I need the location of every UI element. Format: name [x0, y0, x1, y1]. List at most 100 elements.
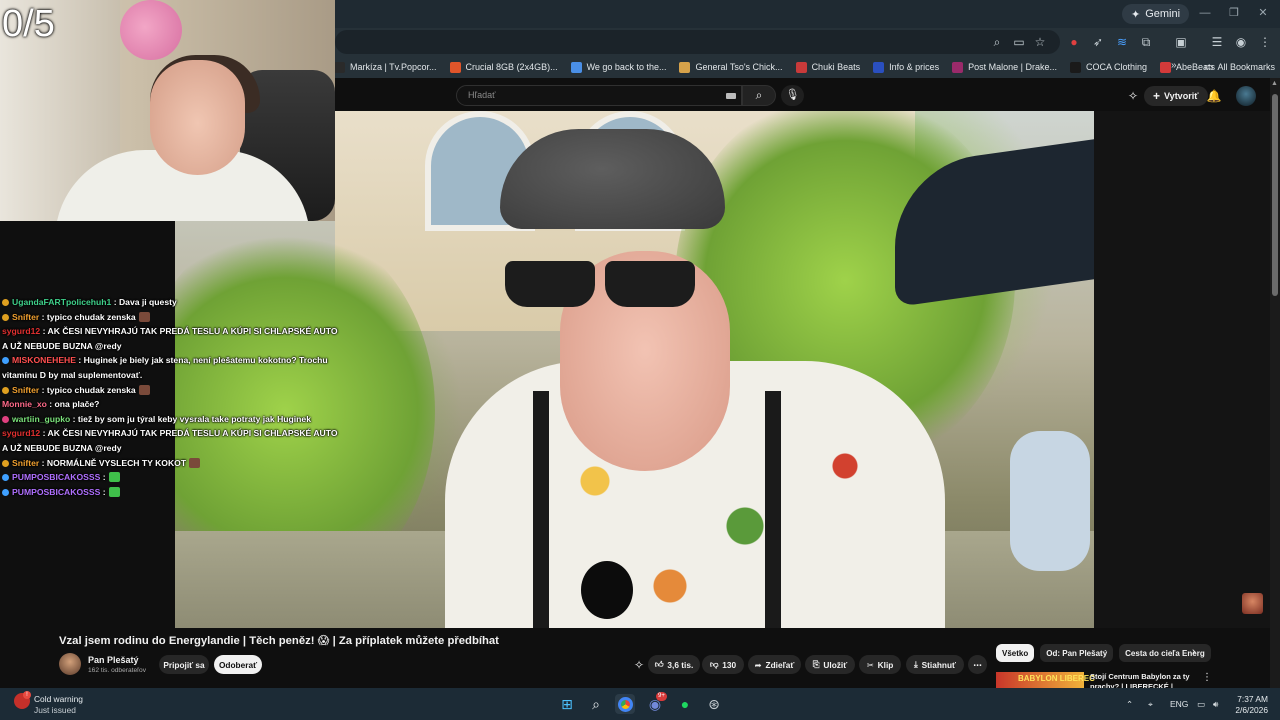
bookmark-favicon-icon — [952, 61, 964, 73]
minimize-icon[interactable]: — — [1198, 6, 1212, 20]
chat-text: : Dava ji questy — [113, 297, 177, 307]
filter-chip[interactable]: Od: Pan Plešatý — [1040, 644, 1114, 662]
weather-title[interactable]: Cold warning — [34, 694, 83, 704]
share-button[interactable]: ➦ Zdieľať — [748, 655, 801, 674]
clock-time[interactable]: 7:37 AM — [1237, 694, 1268, 704]
channel-name[interactable]: Pan Plešatý — [88, 655, 139, 665]
save-label: Uložiť — [823, 659, 848, 670]
chat-username: PUMPOSBICAKOSSS — [12, 486, 101, 497]
download-button[interactable]: ⤓ Stiahnuť — [906, 655, 964, 674]
clip-label: Klip — [877, 659, 894, 670]
extension-wave-icon[interactable]: ≋ — [1113, 33, 1131, 51]
bookmark-item[interactable]: Crucial 8GB (2x4GB)... — [449, 61, 558, 73]
keyboard-icon[interactable] — [726, 93, 736, 99]
all-bookmarks-button[interactable]: ▭ All Bookmarks — [1204, 56, 1275, 78]
bookmarks-overflow-icon[interactable]: » — [1171, 60, 1177, 71]
chat-text: : AK ČESI NEVYHRAJÚ TAK PREDÁ TESLU A KÚ… — [2, 428, 338, 453]
extensions-puzzle-icon[interactable]: ⧉ — [1137, 33, 1155, 51]
app-steam-icon[interactable]: ⊛ — [704, 694, 724, 714]
chat-emote-icon — [189, 457, 201, 468]
extension-feather-icon[interactable]: ➶ — [1089, 33, 1107, 51]
clock-date[interactable]: 2/6/2026 — [1229, 705, 1268, 715]
join-button[interactable]: Pripojiť sa — [159, 655, 209, 674]
profile-avatar-icon[interactable]: ◉ — [1232, 33, 1250, 51]
volume-icon[interactable]: 🔊︎ — [1213, 699, 1218, 710]
chat-username: Snifter — [12, 384, 40, 395]
more-actions-button[interactable]: ⋯ — [968, 655, 987, 674]
restore-icon[interactable]: ❐ — [1227, 6, 1241, 20]
search-input[interactable]: Hľadať — [456, 85, 742, 106]
address-bar[interactable] — [335, 30, 1060, 54]
more-menu-icon[interactable]: ⋮ — [1256, 33, 1274, 51]
gemini-ask-icon[interactable]: ✧ — [1125, 88, 1141, 104]
recommendation-thumbnail-text: BABYLON LIBEREC — [1018, 674, 1095, 683]
subscribe-button[interactable]: Odoberať — [214, 655, 262, 674]
bookmark-item[interactable]: Info & prices — [873, 61, 940, 73]
join-label: Pripojiť sa — [163, 659, 205, 670]
bookmark-label: Info & prices — [889, 62, 940, 72]
video-scene-bystander — [1010, 431, 1090, 571]
chrome-icon[interactable] — [615, 694, 635, 714]
extension-red-icon[interactable]: ● — [1065, 33, 1083, 51]
discord-notification-badge: 9+ — [656, 692, 667, 701]
network-icon[interactable]: ▭ — [1197, 699, 1205, 710]
bookmark-favicon-icon — [1160, 61, 1172, 73]
save-button[interactable]: ⎘ Uložiť — [805, 655, 855, 674]
recommendation-title[interactable]: Stojí Centrum Babylon za ty prachy? | LI… — [1090, 672, 1190, 688]
bookmark-item[interactable]: We go back to the... — [570, 61, 666, 73]
notifications-bell-icon[interactable]: 🔔 — [1206, 88, 1222, 104]
scrollbar-thumb[interactable] — [1272, 94, 1278, 296]
ask-ai-icon[interactable]: ✧ — [631, 657, 647, 673]
language-indicator[interactable]: ENG — [1170, 699, 1188, 709]
recommendation-menu-icon[interactable]: ⋮ — [1202, 672, 1212, 683]
bookmark-item[interactable]: Markíza | Tv.Popcor... — [334, 61, 437, 73]
bookmark-label: General Tso's Chick... — [695, 62, 783, 72]
chat-username: UgandaFARTpolicehuh1 — [12, 297, 112, 307]
spotify-icon[interactable]: ● — [675, 694, 695, 714]
media-icon[interactable]: ▣ — [1172, 33, 1190, 51]
cast-icon[interactable]: ▭ — [1010, 33, 1028, 51]
all-bookmarks-label: All Bookmarks — [1217, 62, 1275, 72]
chat-username: sygurd12 — [2, 326, 41, 337]
account-avatar[interactable] — [1236, 86, 1256, 106]
tray-overflow-icon[interactable]: ⌃ — [1126, 699, 1133, 710]
filter-chip[interactable]: Cesta do cieľa Energ — [1119, 644, 1211, 662]
scroll-up-icon[interactable]: ▲ — [1271, 80, 1278, 87]
chat-message: PUMPOSBICAKOSSS : — [2, 485, 342, 500]
bookmark-item[interactable]: Chuki Beats — [795, 61, 861, 73]
gemini-button[interactable]: ✦ Gemini — [1122, 4, 1190, 24]
bookmark-star-icon[interactable]: ☆ — [1031, 33, 1049, 51]
chevron-right-icon[interactable]: › — [1192, 646, 1196, 658]
filter-chip[interactable]: Všetko — [996, 644, 1035, 662]
voice-search-button[interactable]: 🎙 — [781, 85, 804, 106]
chat-text: : — [102, 486, 106, 497]
like-button[interactable]: 👍︎ 3,6 tis. — [648, 655, 700, 674]
bookmark-label: Chuki Beats — [811, 62, 861, 72]
bookmark-item[interactable]: General Tso's Chick... — [679, 61, 783, 73]
reading-list-icon[interactable]: ☰ — [1208, 33, 1226, 51]
bookmark-favicon-icon — [449, 61, 461, 73]
chat-username: PUMPOSBICAKOSSS — [12, 472, 101, 483]
channel-avatar[interactable] — [59, 653, 81, 675]
dislike-button[interactable]: 👎︎ 130 — [702, 655, 744, 674]
video-scene-cap — [500, 129, 725, 229]
windows-start-icon[interactable]: ⊞ — [557, 694, 577, 714]
zoom-icon[interactable]: ⌕ — [988, 33, 1006, 51]
chat-message: wartiin_gupko : tiež by som ju týral keb… — [2, 412, 342, 427]
close-icon[interactable]: ✕ — [1256, 6, 1270, 20]
bookmark-item[interactable]: Post Malone | Drake... — [952, 61, 1057, 73]
location-icon[interactable]: ⌖ — [1148, 699, 1153, 710]
chat-text: : typico chudak zenska — [41, 384, 136, 395]
chat-username: Monnie_xo — [2, 399, 47, 410]
share-label: Zdieľať — [765, 659, 795, 670]
chat-badge-icon — [2, 488, 9, 496]
create-button[interactable]: + Vytvoriť — [1144, 86, 1208, 106]
search-icon: ⌕ — [755, 88, 763, 102]
windows-taskbar — [0, 688, 1280, 720]
video-scene-strap — [533, 391, 549, 628]
clip-button[interactable]: ✂ Klip — [859, 655, 901, 674]
bookmark-favicon-icon — [679, 61, 691, 73]
search-button[interactable]: ⌕ — [742, 85, 776, 106]
bookmark-item[interactable]: COCA Clothing — [1070, 61, 1147, 73]
taskbar-search-icon[interactable]: ⌕ — [586, 694, 606, 714]
